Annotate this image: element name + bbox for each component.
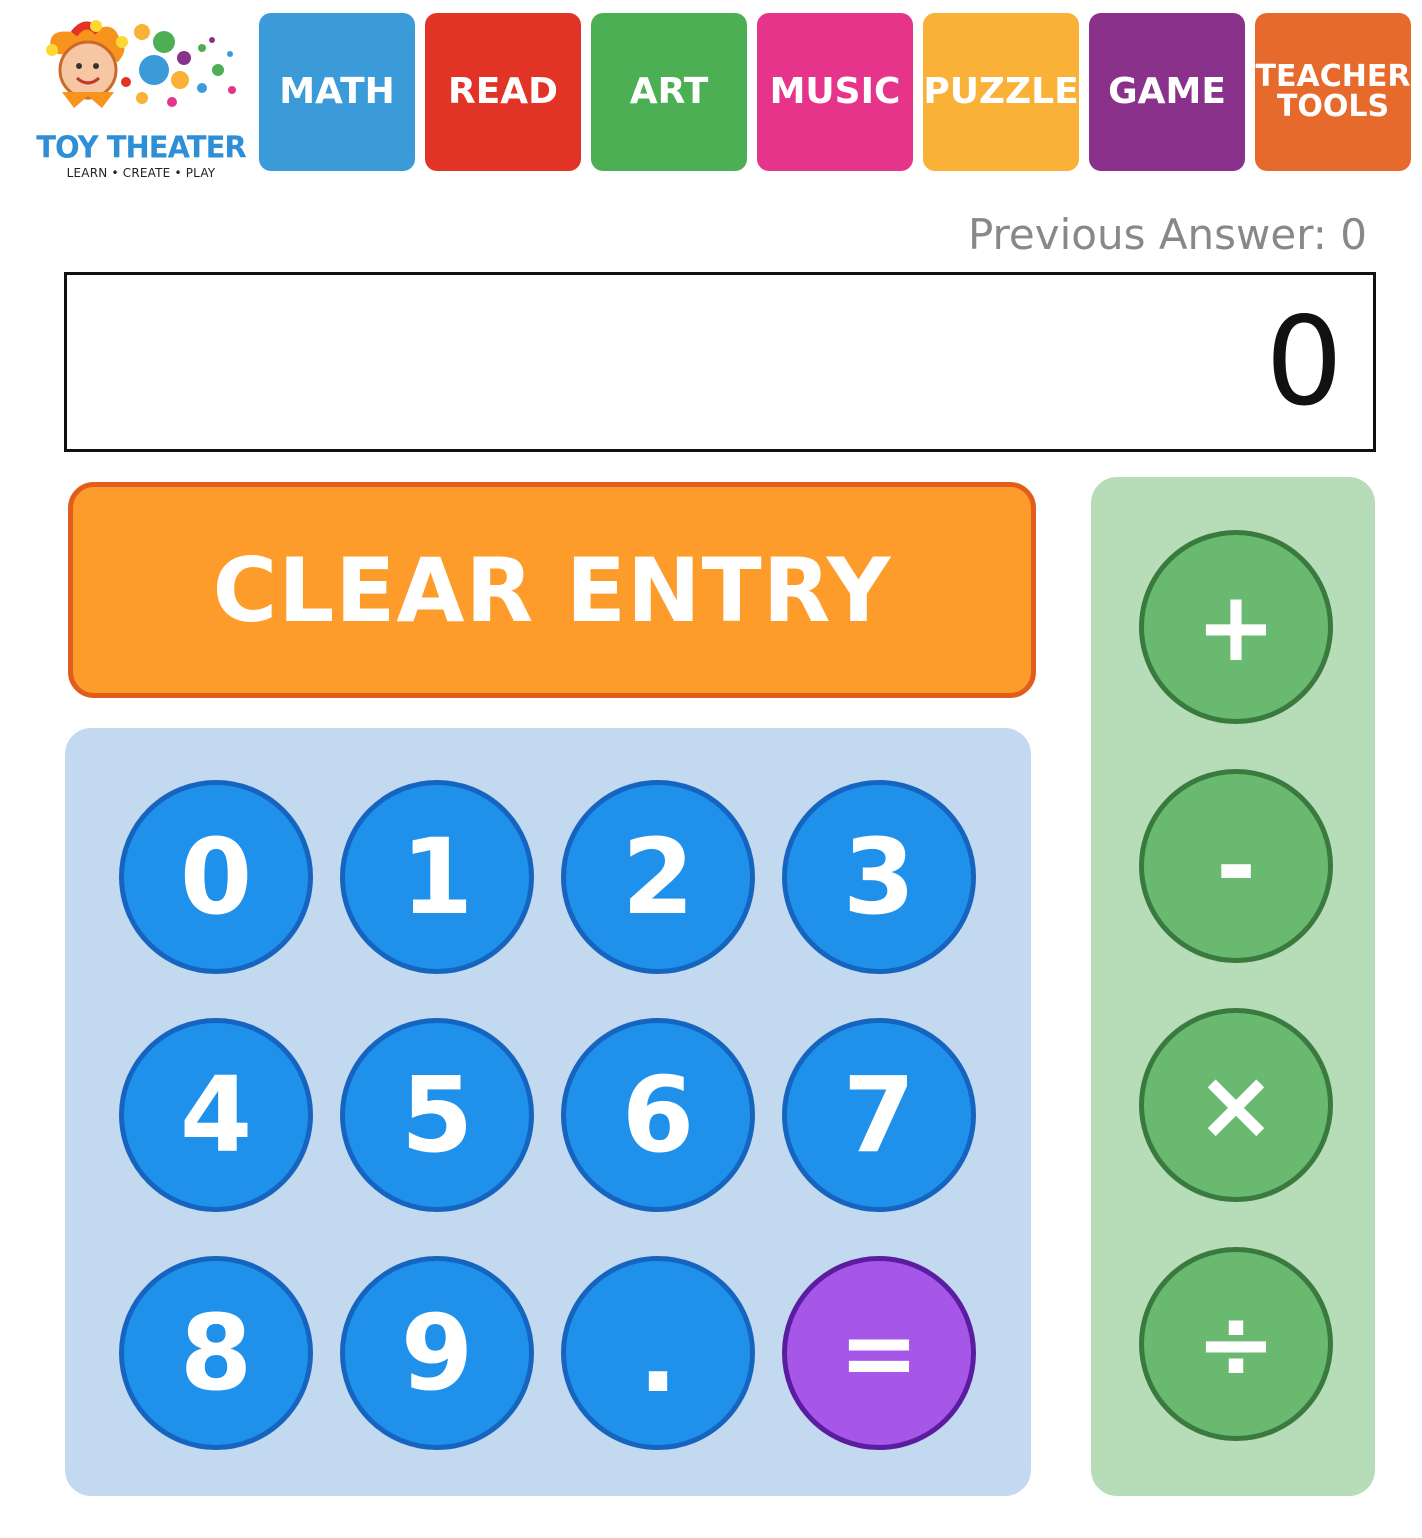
nav-label: TEACHER TOOLS xyxy=(1255,59,1411,124)
jester-logo-icon xyxy=(46,20,236,108)
key-9[interactable]: 9 xyxy=(340,1256,534,1450)
nav-label: READ xyxy=(447,71,559,112)
nav-art[interactable]: ART xyxy=(591,13,747,171)
nav-label: GAME xyxy=(1108,71,1226,112)
clear-entry-label: CLEAR ENTRY xyxy=(212,538,892,642)
key-decimal[interactable]: . xyxy=(561,1256,755,1450)
key-0[interactable]: 0 xyxy=(119,780,313,974)
toy-theater-logo[interactable]: TOY THEATER LEARN • CREATE • PLAY xyxy=(34,18,248,180)
nav-math[interactable]: MATH xyxy=(259,13,415,171)
calculator-page: TOY THEATER LEARN • CREATE • PLAY MATH R… xyxy=(0,0,1422,1538)
nav-music[interactable]: MUSIC xyxy=(757,13,913,171)
nav-read[interactable]: READ xyxy=(425,13,581,171)
nav-teacher-tools[interactable]: TEACHER TOOLS xyxy=(1255,13,1411,171)
nav-label: MATH xyxy=(279,71,395,112)
divide-button[interactable]: ÷ xyxy=(1139,1247,1333,1441)
key-3[interactable]: 3 xyxy=(782,780,976,974)
multiply-button[interactable]: × xyxy=(1139,1008,1333,1202)
nav-game[interactable]: GAME xyxy=(1089,13,1245,171)
logo-tagline: LEARN • CREATE • PLAY xyxy=(66,166,216,180)
display-value: 0 xyxy=(1265,291,1343,433)
nav-label: MUSIC xyxy=(769,71,901,112)
key-6[interactable]: 6 xyxy=(561,1018,755,1212)
nav-puzzle[interactable]: PUZZLE xyxy=(923,13,1079,171)
calculator-display: 0 xyxy=(64,272,1376,452)
nav-label: ART xyxy=(629,71,709,112)
operator-pad: + - × ÷ xyxy=(1091,477,1375,1496)
number-pad: 0 1 2 3 4 5 6 7 8 9 . = xyxy=(65,728,1031,1496)
key-4[interactable]: 4 xyxy=(119,1018,313,1212)
subtract-button[interactable]: - xyxy=(1139,769,1333,963)
nav-label: PUZZLE xyxy=(923,71,1079,112)
key-5[interactable]: 5 xyxy=(340,1018,534,1212)
key-2[interactable]: 2 xyxy=(561,780,755,974)
add-button[interactable]: + xyxy=(1139,530,1333,724)
logo-title: TOY THEATER xyxy=(36,129,246,165)
previous-answer: Previous Answer: 0 xyxy=(967,210,1367,259)
clear-entry-button[interactable]: CLEAR ENTRY xyxy=(68,482,1036,698)
key-8[interactable]: 8 xyxy=(119,1256,313,1450)
key-7[interactable]: 7 xyxy=(782,1018,976,1212)
key-1[interactable]: 1 xyxy=(340,780,534,974)
key-equals[interactable]: = xyxy=(782,1256,976,1450)
